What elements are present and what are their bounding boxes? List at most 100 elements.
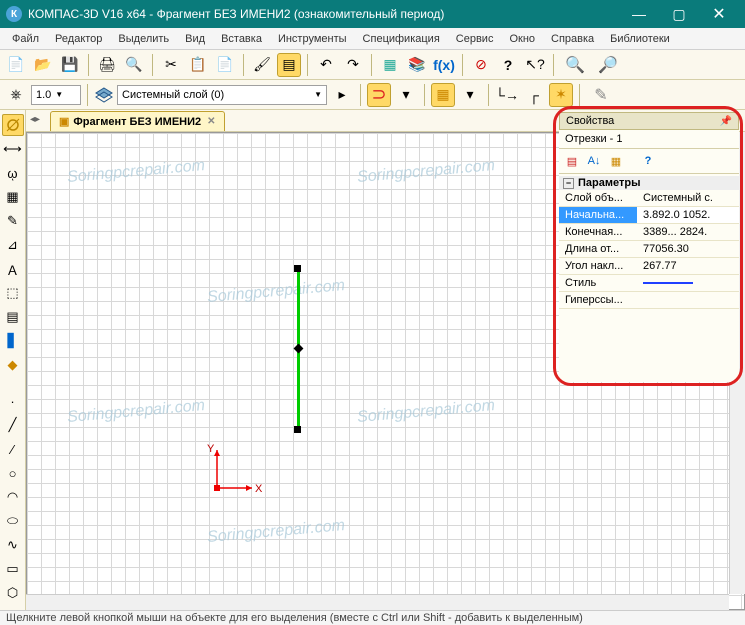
snap-dropdown-icon[interactable]: ▾	[394, 83, 418, 107]
layer-next-button[interactable]: ▸	[330, 83, 354, 107]
minimize-button[interactable]: —	[619, 0, 659, 28]
pin-icon[interactable]: 📌	[720, 116, 732, 127]
menu-libs[interactable]: Библиотеки	[602, 31, 678, 47]
hatch-tool-icon[interactable]: ▦	[2, 186, 24, 208]
copy-button[interactable]: 📋	[186, 53, 210, 77]
properties-button[interactable]: ▤	[277, 53, 301, 77]
edit-tool-icon[interactable]: ✎	[2, 210, 24, 232]
undo-button[interactable]: ↶	[314, 53, 338, 77]
document-tab[interactable]: ▣ Фрагмент БЕЗ ИМЕНИ2 ✕	[50, 111, 225, 131]
property-row[interactable]: Длина от...77056.30	[559, 241, 739, 258]
select-tool-icon[interactable]: ⬚	[2, 282, 24, 304]
property-row[interactable]: Начальна...3.892.0 1052.	[559, 207, 739, 224]
spline-tool-icon[interactable]: ∿	[2, 534, 24, 556]
grid-dropdown-icon[interactable]: ▾	[458, 83, 482, 107]
geometry-tool-icon[interactable]	[2, 114, 24, 136]
spec-tool-icon[interactable]: ▤	[2, 306, 24, 328]
circle-tool-icon[interactable]: ○	[2, 462, 24, 484]
property-value[interactable]: 77056.30	[637, 241, 739, 258]
paste-button[interactable]: 📄	[213, 53, 237, 77]
print-button[interactable]: 🖨	[95, 53, 119, 77]
properties-group-row[interactable]: − Параметры	[559, 176, 739, 190]
collapse-icon[interactable]: −	[563, 178, 574, 189]
parametric-icon[interactable]: ✶	[549, 83, 573, 107]
point-tool-icon[interactable]: ·	[2, 390, 24, 412]
endpoint-handle[interactable]	[294, 265, 301, 272]
redo-button[interactable]: ↷	[341, 53, 365, 77]
grid-icon[interactable]: ▦	[431, 83, 455, 107]
property-value[interactable]: 3.892.0 1052.	[637, 207, 739, 224]
menu-insert[interactable]: Вставка	[213, 31, 270, 47]
menu-file[interactable]: Файл	[4, 31, 47, 47]
whatsthis-button[interactable]: ?	[496, 53, 520, 77]
rect-tool-icon[interactable]: ▭	[2, 558, 24, 580]
endpoint-handle[interactable]	[294, 426, 301, 433]
menu-help[interactable]: Справка	[543, 31, 602, 47]
close-button[interactable]: ✕	[699, 0, 739, 28]
zoom-out-button[interactable]: 🔎	[593, 53, 623, 77]
layer-dropdown[interactable]: Системный слой (0) ▼	[117, 85, 327, 105]
tool-a-icon[interactable]: ◆	[2, 354, 24, 376]
menu-service[interactable]: Сервис	[448, 31, 502, 47]
property-row[interactable]: Конечная...3389... 2824.	[559, 224, 739, 241]
fx-button[interactable]: f(x)	[432, 53, 456, 77]
anchor-icon[interactable]: ⎈	[4, 83, 28, 107]
preview-button[interactable]: 🔍	[122, 53, 146, 77]
menu-window[interactable]: Окно	[501, 31, 543, 47]
ellipse-tool-icon[interactable]: ⬭	[2, 510, 24, 532]
report-tool-icon[interactable]: ▋	[2, 330, 24, 352]
library-manager-button[interactable]: 📚	[405, 53, 429, 77]
property-row[interactable]: Угол накл...267.77	[559, 258, 739, 275]
menu-spec[interactable]: Спецификация	[355, 31, 448, 47]
cut-button[interactable]: ✂	[159, 53, 183, 77]
property-value[interactable]: Системный с.	[637, 190, 739, 207]
property-value[interactable]	[637, 292, 739, 309]
arrow-help-button[interactable]: ↖?	[523, 53, 547, 77]
aux-line-tool-icon[interactable]: ⁄	[2, 438, 24, 460]
help-icon[interactable]: ?	[639, 152, 657, 170]
categorize-icon[interactable]: ▤	[563, 152, 581, 170]
open-button[interactable]: 📂	[31, 53, 55, 77]
menu-view[interactable]: Вид	[177, 31, 213, 47]
text-tool-icon[interactable]: ῳ	[2, 162, 24, 184]
new-doc-button[interactable]: 📄	[4, 53, 28, 77]
filter-icon[interactable]: ▦	[607, 152, 625, 170]
magnet-icon[interactable]: ⊃	[367, 83, 391, 107]
toolbar-view: ⎈ 1.0 ▼ Системный слой (0) ▼ ▸ ⊃ ▾ ▦ ▾ └…	[0, 80, 745, 110]
brush-button[interactable]: 🖌	[250, 53, 274, 77]
sort-az-icon[interactable]: A↓	[585, 152, 603, 170]
polygon-tool-icon[interactable]: ⬡	[2, 582, 24, 604]
property-key: Гиперссы...	[559, 292, 637, 309]
separator	[553, 54, 554, 76]
property-value[interactable]: 3389... 2824.	[637, 224, 739, 241]
menu-select[interactable]: Выделить	[110, 31, 177, 47]
stop-button[interactable]: ⊘	[469, 53, 493, 77]
scale-dropdown[interactable]: 1.0 ▼	[31, 85, 81, 105]
line-tool-icon[interactable]: ╱	[2, 414, 24, 436]
property-value[interactable]: 267.77	[637, 258, 739, 275]
separator	[87, 84, 88, 106]
tab-nav-icon[interactable]: ◂▸	[30, 114, 40, 125]
ortho-icon[interactable]: └→	[495, 83, 519, 107]
measure-tool-icon[interactable]: Ａ	[2, 258, 24, 280]
dimension-tool-icon[interactable]: ⟷	[2, 138, 24, 160]
layers-icon[interactable]	[94, 85, 114, 105]
property-row[interactable]: Стиль	[559, 275, 739, 292]
tab-close-icon[interactable]: ✕	[207, 116, 215, 127]
sketch-pencil-icon[interactable]: ✎	[586, 83, 616, 107]
save-button[interactable]: 💾	[58, 53, 82, 77]
menu-edit[interactable]: Редактор	[47, 31, 110, 47]
menu-tools[interactable]: Инструменты	[270, 31, 355, 47]
separator	[360, 84, 361, 106]
spreadsheet-button[interactable]: ▦	[378, 53, 402, 77]
maximize-button[interactable]: ▢	[659, 0, 699, 28]
arc-tool-icon[interactable]: ◠	[2, 486, 24, 508]
property-row[interactable]: Слой объ...Системный с.	[559, 190, 739, 207]
property-row[interactable]: Гиперссы...	[559, 292, 739, 309]
zoom-in-button[interactable]: 🔍	[560, 53, 590, 77]
properties-header[interactable]: Свойства 📌	[559, 112, 739, 130]
constraint-tool-icon[interactable]: ⊿	[2, 234, 24, 256]
property-value[interactable]	[637, 275, 739, 292]
round-icon[interactable]: ┌	[522, 83, 546, 107]
horizontal-scrollbar[interactable]	[26, 594, 729, 610]
